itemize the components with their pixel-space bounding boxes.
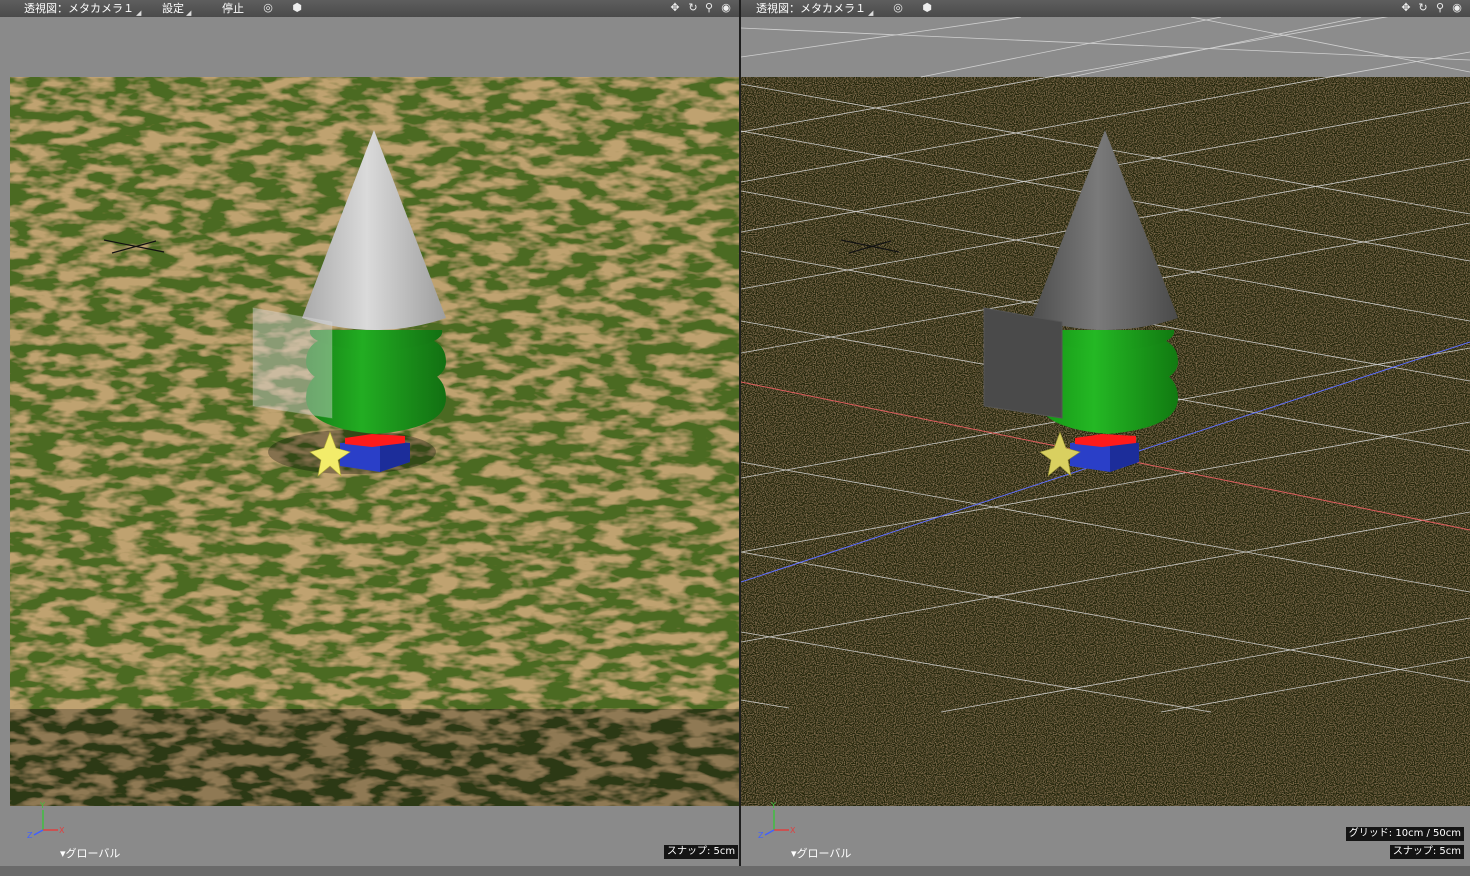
move-icon[interactable]: ✥ — [668, 1, 682, 15]
snap-status: スナップ: 5cm — [1389, 845, 1464, 859]
left-viewport-toolbar: 透視図：メタカメラ１ ◢ 設定 ◢ 停止 ◎ ⬢ ✥ ↻ ⚲ ◉ — [0, 0, 739, 17]
rotate-icon[interactable]: ↻ — [686, 1, 700, 15]
right-scene-canvas[interactable] — [741, 0, 1470, 866]
move-icon[interactable]: ✥ — [1399, 1, 1413, 15]
fit-icon[interactable]: ◉ — [1450, 1, 1464, 15]
coordinate-mode-selector[interactable]: ▾グローバル — [791, 845, 851, 861]
axis-gizmo: Y X Z — [27, 801, 65, 840]
axis-y-label: Y — [39, 801, 45, 810]
transparent-card[interactable] — [252, 307, 333, 419]
left-scene-canvas[interactable] — [0, 0, 739, 866]
coordinate-mode-selector[interactable]: ▾グローバル — [60, 845, 120, 861]
left-viewport[interactable]: 透視図：メタカメラ１ ◢ 設定 ◢ 停止 ◎ ⬢ ✥ ↻ ⚲ ◉ Y X Z ▾グロ… — [0, 0, 739, 866]
right-viewport[interactable]: 透視図：メタカメラ１ ◢ ◎ ⬢ ✥ ↻ ⚲ ◉ Y X Z ▾グローバル グリッ… — [741, 0, 1470, 866]
zoom-icon[interactable]: ⚲ — [1433, 1, 1447, 15]
axis-z-label: Z — [758, 831, 764, 840]
card-object[interactable] — [983, 307, 1063, 419]
settings-menu[interactable]: 設定 ◢ — [162, 1, 191, 21]
bottom-strip — [0, 866, 1470, 876]
axis-y-label: Y — [770, 801, 776, 810]
zoom-icon[interactable]: ⚲ — [702, 1, 716, 15]
snap-status: スナップ: 5cm — [664, 845, 739, 859]
view-selector[interactable]: 透視図：メタカメラ１ ◢ — [756, 1, 873, 21]
axis-z-label: Z — [27, 831, 33, 840]
view-selector[interactable]: 透視図：メタカメラ１ ◢ — [24, 1, 141, 21]
target-icon[interactable]: ◎ — [891, 1, 905, 15]
target-icon[interactable]: ◎ — [261, 1, 275, 15]
cube-icon[interactable]: ⬢ — [290, 1, 304, 15]
stop-button[interactable]: 停止 — [222, 1, 244, 16]
fit-icon[interactable]: ◉ — [719, 1, 733, 15]
grid-status: グリッド: 10cm / 50cm — [1345, 827, 1464, 841]
axis-x-label: X — [790, 826, 796, 835]
cube-icon[interactable]: ⬢ — [920, 1, 934, 15]
right-viewport-toolbar: 透視図：メタカメラ１ ◢ ◎ ⬢ ✥ ↻ ⚲ ◉ — [741, 0, 1470, 17]
rotate-icon[interactable]: ↻ — [1416, 1, 1430, 15]
axis-gizmo: Y X Z — [758, 801, 796, 840]
axis-x-label: X — [59, 826, 65, 835]
